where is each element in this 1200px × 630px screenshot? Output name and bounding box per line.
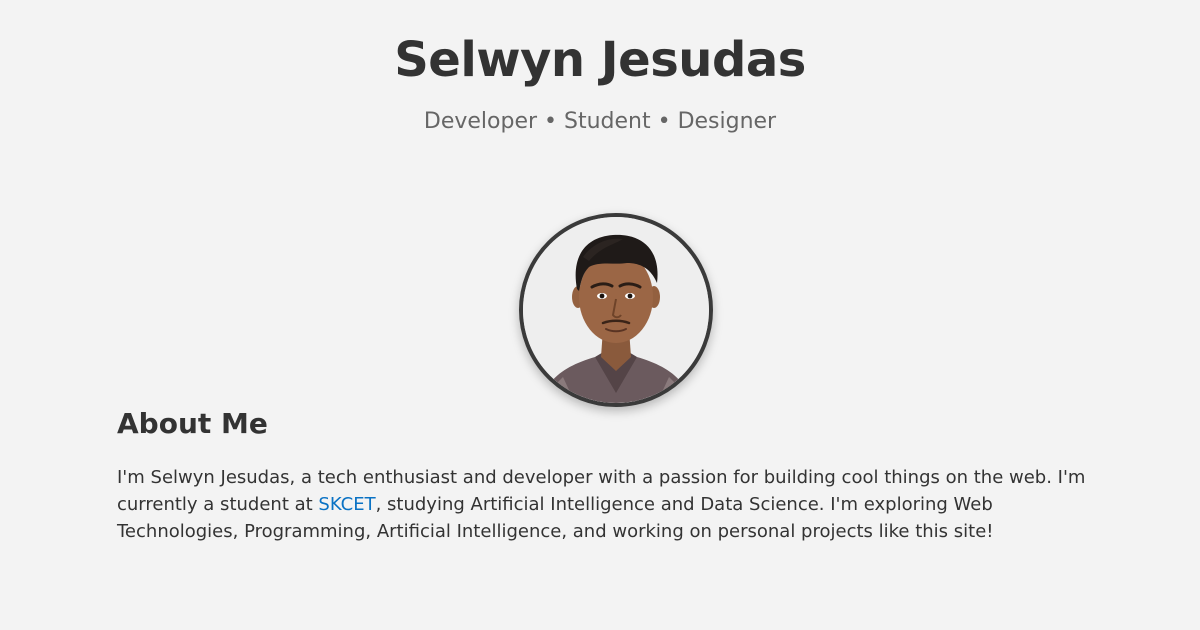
page-title: Selwyn Jesudas — [394, 32, 806, 88]
tagline: Developer • Student • Designer — [423, 108, 777, 134]
avatar — [519, 213, 713, 407]
about-paragraph: I'm Selwyn Jesudas, a tech enthusiast an… — [117, 464, 1097, 545]
about-section: About Me I'm Selwyn Jesudas, a tech enth… — [117, 406, 1097, 545]
about-heading: About Me — [117, 407, 268, 440]
profile-header: Selwyn Jesudas Developer • Student • Des… — [0, 0, 1200, 136]
profile-photo — [523, 217, 709, 403]
skcet-link[interactable]: SKCET — [318, 494, 375, 515]
